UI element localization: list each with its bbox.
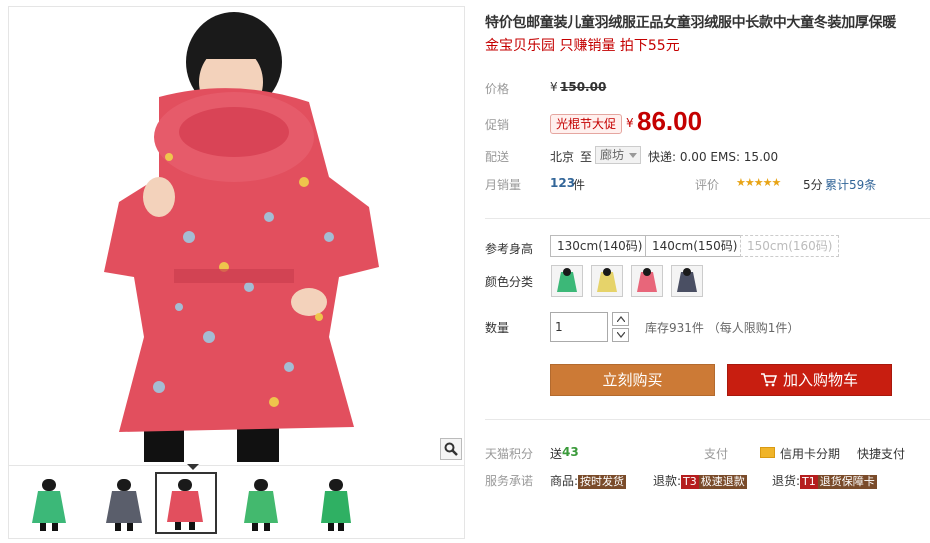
- price-row: 价格 ¥ 150.00: [485, 80, 925, 100]
- promo-badge: 光棍节大促: [550, 114, 623, 134]
- shipping-fees: 快递: 0.00 EMS: 15.00: [648, 150, 779, 164]
- chevron-up-icon: [616, 316, 625, 322]
- credit-installment: 信用卡分期: [780, 447, 841, 461]
- product-subtitle: 金宝贝乐园 只赚销量 拍下55元: [485, 38, 680, 54]
- service-row: 服务承诺 商品: 按时发货 退款: T3 极速退款 退货: T1 退货保障卡: [485, 472, 925, 492]
- return-prefix: 退货:: [772, 474, 801, 488]
- points-label: 天猫积分: [485, 447, 534, 461]
- product-title: 特价包邮童装儿童羽绒服正品女童羽绒服中长款中大童冬装加厚保暖: [485, 15, 896, 31]
- size-option-150: 150cm(160码): [740, 235, 840, 257]
- destination-select[interactable]: 廊坊: [595, 146, 642, 164]
- size-option-130[interactable]: 130cm(140码): [550, 235, 650, 257]
- thumbnail-green-3[interactable]: [306, 472, 368, 534]
- destination-value: 廊坊: [600, 148, 625, 162]
- stock-info: 库存931件 （每人限购1件）: [645, 321, 800, 335]
- color-swatch-navy[interactable]: [671, 265, 703, 297]
- price-label: 价格: [485, 82, 510, 96]
- size-row: 参考身高 130cm(140码) 140cm(150码) 150cm(160码): [485, 235, 925, 260]
- product-gallery: [8, 6, 465, 539]
- return-code: T1: [800, 475, 818, 489]
- size-option-140[interactable]: 140cm(150码): [645, 235, 745, 257]
- quantity-row: 数量 库存931件 （每人限购1件）: [485, 312, 925, 342]
- quantity-decrease-button[interactable]: [612, 328, 629, 342]
- original-price: 150.00: [560, 80, 607, 94]
- shipping-row: 配送 北京 至 廊坊 快递: 0.00 EMS: 15.00: [485, 146, 925, 168]
- service-goods: 商品: 按时发货: [550, 472, 627, 489]
- sales-unit: 件: [573, 178, 586, 192]
- quantity-increase-button[interactable]: [612, 312, 629, 326]
- shipping-to-word: 至: [580, 150, 593, 164]
- refund-code: T3: [681, 475, 699, 489]
- rating-label: 评价: [695, 178, 720, 192]
- buy-now-button[interactable]: 立刻购买: [550, 364, 715, 396]
- rating-stars-icon: ★★★★★: [736, 176, 781, 189]
- thumbnail-green-2[interactable]: [231, 472, 293, 534]
- add-to-cart-button[interactable]: 加入购物车: [727, 364, 892, 396]
- promo-currency: ¥: [626, 116, 634, 130]
- sales-row: 月销量 123 件 评价 ★★★★★ 5分 累计59条: [485, 176, 925, 196]
- shipping-from: 北京: [550, 150, 575, 164]
- sales-label: 月销量: [485, 178, 522, 192]
- quick-pay: 快捷支付: [857, 447, 906, 461]
- color-row: 颜色分类: [485, 265, 925, 297]
- goods-prefix: 商品:: [550, 474, 579, 488]
- thumbnail-grey[interactable]: [94, 472, 156, 534]
- refund-tag: 极速退款: [698, 475, 747, 489]
- points-value: 43: [562, 445, 579, 459]
- goods-tag: 按时发货: [578, 475, 627, 489]
- promo-row: 促销 光棍节大促 ¥ 86.00: [485, 106, 925, 136]
- service-label: 服务承诺: [485, 474, 534, 488]
- color-swatch-yellow[interactable]: [591, 265, 623, 297]
- divider: [485, 218, 930, 219]
- shipping-label: 配送: [485, 150, 510, 164]
- zoom-icon[interactable]: [440, 438, 462, 460]
- thumbnail-green[interactable]: [19, 472, 81, 534]
- thumbnail-strip: [9, 464, 464, 539]
- divider: [485, 419, 930, 420]
- chevron-down-icon: [629, 153, 638, 158]
- color-label: 颜色分类: [485, 275, 534, 289]
- add-to-cart-label: 加入购物车: [782, 371, 858, 389]
- main-product-image[interactable]: [9, 7, 464, 462]
- product-info: 特价包邮童装儿童羽绒服正品女童羽绒服中长款中大童冬装加厚保暖 金宝贝乐园 只赚销…: [485, 14, 930, 489]
- review-count-link[interactable]: 累计59条: [825, 176, 876, 193]
- promo-label: 促销: [485, 118, 510, 132]
- pay-label: 支付: [704, 447, 729, 461]
- price-currency: ¥: [550, 80, 558, 94]
- sales-count: 123: [550, 176, 576, 190]
- size-label: 参考身高: [485, 242, 534, 256]
- chevron-down-icon: [616, 332, 625, 338]
- credit-card-icon: [760, 447, 775, 458]
- coat-illustration: [104, 12, 379, 462]
- thumbnail-pink[interactable]: [155, 472, 217, 534]
- refund-prefix: 退款:: [653, 474, 682, 488]
- color-swatch-pink[interactable]: [631, 265, 663, 297]
- cart-icon: [760, 373, 778, 387]
- points-row: 天猫积分 送 43 支付 信用卡分期 快捷支付: [485, 445, 925, 465]
- points-prefix: 送: [550, 447, 563, 461]
- quantity-label: 数量: [485, 321, 510, 335]
- rating-score: 5分: [803, 178, 823, 192]
- color-swatch-green[interactable]: [551, 265, 583, 297]
- service-refund: 退款: T3 极速退款: [653, 472, 747, 489]
- active-thumb-arrow: [187, 464, 199, 470]
- return-tag: 退货保障卡: [817, 475, 877, 489]
- promo-price: 86.00: [637, 106, 703, 136]
- quantity-input[interactable]: [550, 312, 608, 342]
- service-return: 退货: T1 退货保障卡: [772, 472, 877, 489]
